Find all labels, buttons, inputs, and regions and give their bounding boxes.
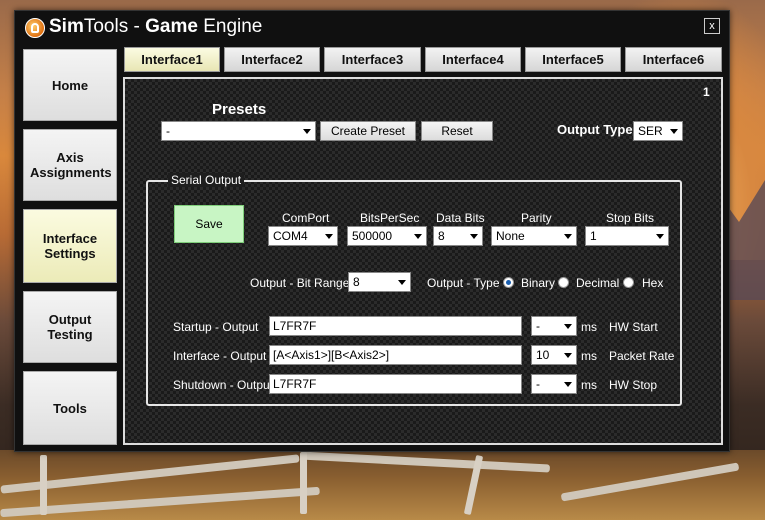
reset-button[interactable]: Reset [421,121,493,141]
output-type-label: Output Type [557,122,633,137]
background-fence-post [300,452,307,514]
chevron-down-icon [398,280,406,285]
chevron-down-icon [303,129,311,134]
serial-output-title: Serial Output [168,173,245,187]
presets-dropdown[interactable]: - [161,121,316,141]
interface-unit: ms [581,349,597,363]
startup-output-field[interactable]: L7FR7F [269,316,522,336]
chevron-down-icon [325,234,333,239]
tab-interface5[interactable]: Interface5 [525,47,621,72]
chevron-down-icon [564,382,572,387]
comport-dropdown[interactable]: COM4 [268,226,338,246]
stopbits-label: Stop Bits [606,211,655,225]
decimal-radio[interactable] [558,277,569,288]
databits-dropdown[interactable]: 8 [433,226,483,246]
shutdown-output-label: Shutdown - Output [173,378,274,392]
output-type-dropdown[interactable]: SER [633,121,683,141]
sidebar-item-interface-settings[interactable]: Interface Settings [23,209,117,283]
chevron-down-icon [414,234,422,239]
packet-rate-dropdown[interactable]: 10 [531,345,577,365]
packet-rate-label: Packet Rate [609,349,675,363]
create-preset-button[interactable]: Create Preset [320,121,416,141]
chevron-down-icon [470,234,478,239]
sidebar-item-label: Interface Settings [42,231,98,261]
bit-range-label: Output - Bit Range [250,276,350,290]
decimal-label: Decimal [576,276,620,290]
tab-interface2[interactable]: Interface2 [224,47,320,72]
comport-label: ComPort [282,211,330,225]
interface-output-field[interactable]: [A<Axis1>][B<Axis2>] [269,345,522,365]
save-button[interactable]: Save [174,205,244,243]
sidebar-item-axis-assignments[interactable]: Axis Assignments [23,129,117,201]
tab-interface1[interactable]: Interface1 [124,47,220,72]
hw-stop-label: HW Stop [609,378,658,392]
parity-label: Parity [521,211,552,225]
shutdown-unit: ms [581,378,597,392]
hex-radio[interactable] [623,277,634,288]
startup-ms-dropdown[interactable]: - [531,316,577,336]
page-number: 1 [703,85,710,99]
sidebar-item-label: Tools [53,400,87,416]
tab-interface4[interactable]: Interface4 [425,47,521,72]
startup-unit: ms [581,320,597,334]
interface-output-label: Interface - Output [173,349,267,363]
shutdown-output-field[interactable]: L7FR7F [269,374,522,394]
close-button[interactable]: x [704,18,720,34]
sidebar-item-output-testing[interactable]: Output Testing [23,291,117,363]
output-type-radio-label: Output - Type [427,276,500,290]
sidebar-item-label: Home [51,77,89,93]
databits-label: Data Bits [436,211,485,225]
chevron-down-icon [656,234,664,239]
background-fence-post [40,455,47,515]
binary-radio[interactable] [503,277,514,288]
sidebar-item-label: Axis Assignments [30,150,112,180]
chevron-down-icon [564,324,572,329]
chevron-down-icon [564,234,572,239]
startup-output-label: Startup - Output [173,320,259,334]
chevron-down-icon [670,129,678,134]
bit-range-dropdown[interactable]: 8 [348,272,411,292]
stopbits-dropdown[interactable]: 1 [585,226,669,246]
bitspersec-label: BitsPerSec [360,211,420,225]
hw-start-label: HW Start [609,320,658,334]
chevron-down-icon [564,353,572,358]
parity-dropdown[interactable]: None [491,226,577,246]
sidebar-item-tools[interactable]: Tools [23,371,117,445]
title-bar: SimTools - Game Engine x [15,11,729,45]
sidebar-item-home[interactable]: Home [23,49,117,121]
tab-interface3[interactable]: Interface3 [324,47,421,72]
window-title: SimTools - Game Engine [49,16,263,37]
shutdown-ms-dropdown[interactable]: - [531,374,577,394]
sidebar-item-label: Output Testing [47,312,93,342]
presets-title: Presets [212,101,267,118]
binary-label: Binary [521,276,556,290]
app-logo-icon [25,18,45,38]
bitspersec-dropdown[interactable]: 500000 [347,226,427,246]
hex-label: Hex [642,276,664,290]
tab-interface6[interactable]: Interface6 [625,47,722,72]
